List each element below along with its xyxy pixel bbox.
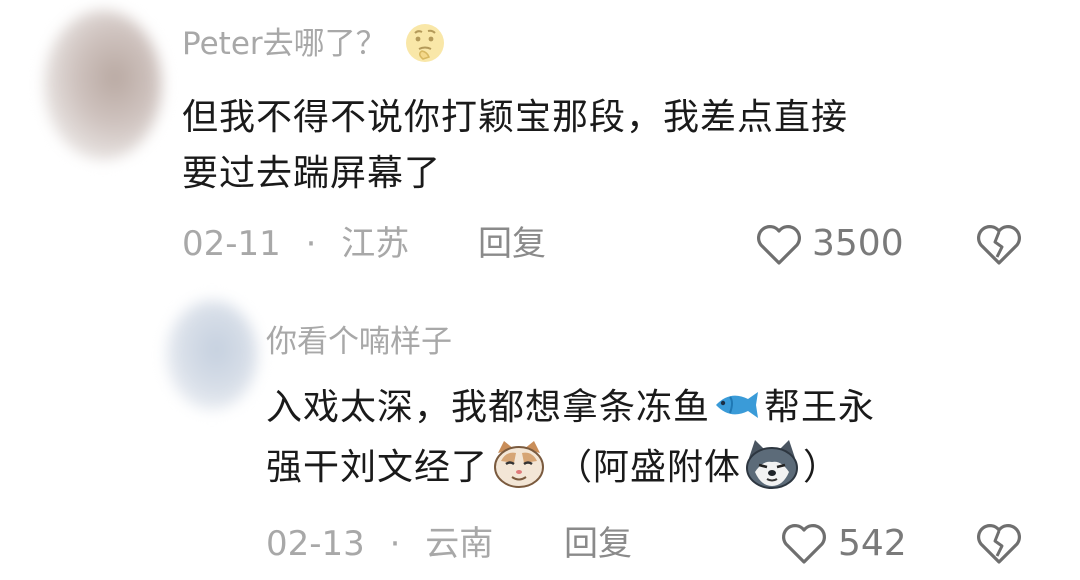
comment-text-line: 入戏太深，我都想拿条冻鱼 帮王永 xyxy=(266,380,875,436)
dog-face-emoji-icon xyxy=(746,440,799,489)
comment-text: 强干刘文经了 xyxy=(266,447,489,488)
comment-text: （阿盛附体 xyxy=(556,447,742,488)
avatar[interactable] xyxy=(166,300,258,410)
thinking-face-icon xyxy=(405,23,444,62)
meta-separator: · xyxy=(305,224,317,264)
username-text[interactable]: Peter去哪了？ xyxy=(182,26,387,62)
broken-heart-icon[interactable] xyxy=(975,522,1023,566)
comment-text-line: 强干刘文经了 （阿盛附体 ） xyxy=(266,440,840,496)
comment-date: 02-11 xyxy=(182,224,281,264)
comment-text: ） xyxy=(803,447,841,488)
comment-text: 帮王永 xyxy=(764,387,876,428)
cat-face-emoji-icon xyxy=(494,441,545,488)
comment-text: 入戏太深，我都想拿条冻鱼 xyxy=(266,387,711,428)
username[interactable]: 你看个喃样子 xyxy=(266,322,452,362)
avatar[interactable] xyxy=(44,10,162,160)
comment-text-line: 但我不得不说你打颖宝那段，我差点直接 xyxy=(182,97,849,138)
comment-meta: 02-13 · 云南 xyxy=(266,522,493,566)
heart-outline-icon[interactable] xyxy=(780,522,828,566)
reply-button[interactable]: 回复 xyxy=(564,522,632,566)
like-count: 3500 xyxy=(812,223,904,264)
comment-location: 江苏 xyxy=(341,224,410,264)
like-count: 542 xyxy=(838,523,907,564)
comment-location: 云南 xyxy=(425,524,494,564)
meta-separator: · xyxy=(389,524,401,564)
comment-text-line: 要过去踹屏幕了 xyxy=(182,153,442,194)
heart-outline-icon[interactable] xyxy=(755,223,803,267)
username[interactable]: Peter去哪了？ xyxy=(182,23,447,65)
broken-heart-icon[interactable] xyxy=(975,223,1023,267)
comment-date: 02-13 xyxy=(266,524,365,564)
reply-button[interactable]: 回复 xyxy=(478,222,546,266)
comment-meta: 02-11 · 江苏 xyxy=(182,222,409,266)
fish-emoji-icon xyxy=(716,392,759,418)
